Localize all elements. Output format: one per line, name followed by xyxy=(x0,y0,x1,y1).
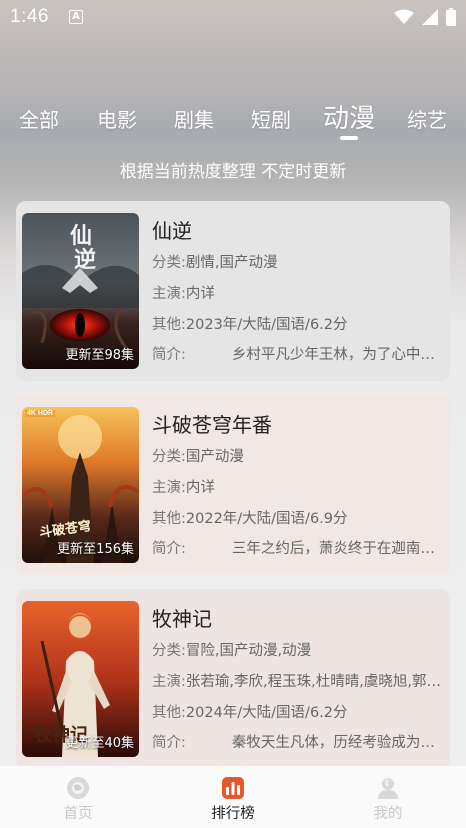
cast-label: 主演: xyxy=(152,286,186,302)
intro-value: 三年之约后，萧炎终于在迦南学院见到了心心念念的 xyxy=(231,541,448,557)
nav-ranking-label: 排行榜 xyxy=(211,806,255,822)
nav-profile[interactable]: 我的 xyxy=(338,766,438,828)
intro-row: 简介: 秦牧天生凡体，历经考验成为一代人皇 xyxy=(152,731,448,752)
tab-anime[interactable]: 动漫 xyxy=(323,98,375,135)
tab-movie[interactable]: 电影 xyxy=(97,104,137,133)
poster-tag: 4K HDR xyxy=(25,410,56,417)
other-value: 2023年/大陆/国语/6.2分 xyxy=(185,317,348,333)
svg-text:逆: 逆 xyxy=(74,247,96,273)
status-icons xyxy=(394,8,456,26)
cast-row: 主演:内详 xyxy=(152,476,448,497)
category-row: 分类:剧情,国产动漫 xyxy=(152,251,448,272)
nav-ranking[interactable]: 排行榜 xyxy=(183,766,283,828)
intro-label: 简介: xyxy=(152,347,186,363)
other-row: 其他:2023年/大陆/国语/6.2分 xyxy=(152,313,448,334)
category-row: 分类:冒险,国产动漫,动漫 xyxy=(152,639,448,660)
poster-image[interactable]: 牧神记 更新至40集 xyxy=(22,601,139,757)
home-icon xyxy=(67,777,89,799)
cast-row: 主演:张若瑜,李欣,程玉珠,杜晴晴,虞晓旭,郭浩然 xyxy=(152,670,448,691)
status-bar: 1:46 A xyxy=(0,0,466,34)
category-label: 分类: xyxy=(152,255,186,271)
episode-badge: 更新至40集 xyxy=(65,736,134,751)
intro-row: 简介: 乡村平凡少年王林，为了心中的梦想走上修仙之路 xyxy=(152,343,448,364)
a-icon: A xyxy=(68,10,83,24)
profile-icon xyxy=(378,778,398,799)
other-label: 其他: xyxy=(152,317,186,333)
card-title[interactable]: 牧神记 xyxy=(152,603,212,632)
card-title[interactable]: 斗破苍穹年番 xyxy=(152,409,272,438)
poster-image[interactable]: 仙 逆 更新至98集 xyxy=(22,213,139,369)
tab-series[interactable]: 剧集 xyxy=(174,104,214,133)
poster-image[interactable]: 斗破苍穹 4K HDR 更新至156集 xyxy=(22,407,139,563)
category-tabs: 全部 电影 剧集 短剧 动漫 综艺 xyxy=(0,96,466,136)
category-row: 分类:国产动漫 xyxy=(152,445,448,466)
tab-variety[interactable]: 综艺 xyxy=(407,104,447,133)
intro-row: 简介: 三年之约后，萧炎终于在迦南学院见到了心心念念的 xyxy=(152,537,448,558)
bottom-nav: 首页 排行榜 我的 xyxy=(0,765,466,828)
intro-label: 简介: xyxy=(152,735,186,751)
category-value: 冒险,国产动漫,动漫 xyxy=(185,643,312,659)
other-label: 其他: xyxy=(152,511,186,527)
category-label: 分类: xyxy=(152,449,186,465)
nav-home[interactable]: 首页 xyxy=(28,766,128,828)
active-tab-indicator xyxy=(340,136,358,140)
cast-row: 主演:内详 xyxy=(152,282,448,303)
tab-all[interactable]: 全部 xyxy=(19,104,59,133)
wifi-icon xyxy=(394,9,414,24)
category-value: 剧情,国产动漫 xyxy=(185,255,278,271)
battery-icon xyxy=(446,8,456,26)
ranking-icon xyxy=(222,777,244,799)
status-time: 1:46 xyxy=(10,6,49,27)
nav-profile-label: 我的 xyxy=(373,806,403,822)
other-row: 其他:2022年/大陆/国语/6.9分 xyxy=(152,507,448,528)
other-value: 2022年/大陆/国语/6.9分 xyxy=(185,511,348,527)
episode-badge: 更新至156集 xyxy=(57,542,134,557)
card-title[interactable]: 仙逆 xyxy=(152,215,192,244)
cast-label: 主演: xyxy=(152,480,186,496)
cast-value: 内详 xyxy=(185,480,215,496)
list-item[interactable]: 牧神记 更新至40集 牧神记 分类:冒险,国产动漫,动漫 主演:张若瑜,李欣,程… xyxy=(16,589,450,769)
cast-label: 主演: xyxy=(152,674,186,690)
episode-badge: 更新至98集 xyxy=(65,348,134,363)
other-label: 其他: xyxy=(152,705,186,721)
cast-value: 张若瑜,李欣,程玉珠,杜晴晴,虞晓旭,郭浩然 xyxy=(185,674,448,690)
intro-value: 秦牧天生凡体，历经考验成为一代人皇 xyxy=(231,735,448,751)
intro-label: 简介: xyxy=(152,541,186,557)
list-item[interactable]: 仙 逆 更新至98集 仙逆 分类:剧情,国产动漫 主演:内详 其他:2023年/… xyxy=(16,201,450,381)
intro-value: 乡村平凡少年王林，为了心中的梦想走上修仙之路 xyxy=(231,347,448,363)
svg-text:仙: 仙 xyxy=(70,223,92,249)
category-value: 国产动漫 xyxy=(185,449,244,465)
signal-icon xyxy=(422,9,438,25)
tab-short-drama[interactable]: 短剧 xyxy=(251,104,291,133)
other-value: 2024年/大陆/国语/6.2分 xyxy=(185,705,348,721)
nav-home-label: 首页 xyxy=(63,806,93,822)
cast-value: 内详 xyxy=(185,286,215,302)
other-row: 其他:2024年/大陆/国语/6.2分 xyxy=(152,701,448,722)
ranking-subtitle: 根据当前热度整理 不定时更新 xyxy=(119,162,347,182)
category-label: 分类: xyxy=(152,643,186,659)
list-item[interactable]: 斗破苍穹 4K HDR 更新至156集 斗破苍穹年番 分类:国产动漫 主演:内详… xyxy=(16,395,450,575)
